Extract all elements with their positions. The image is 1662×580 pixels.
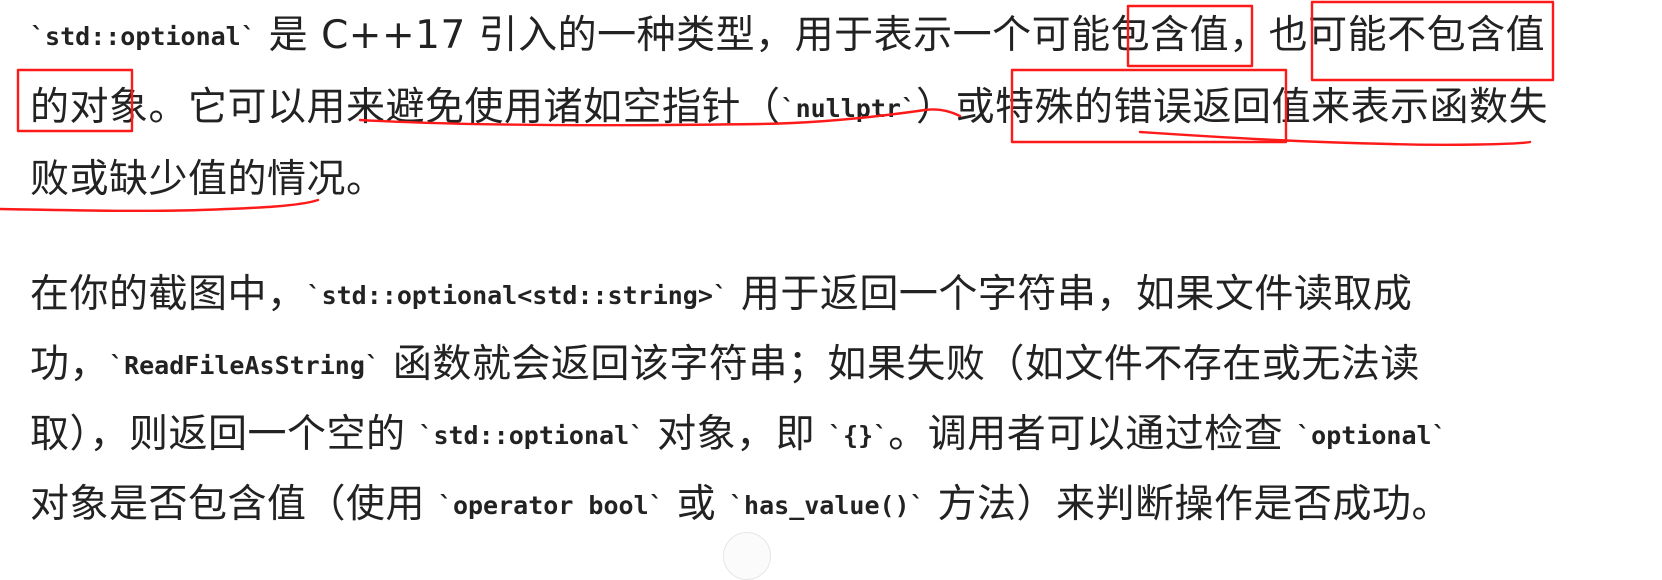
scroll-down-button[interactable] <box>723 532 771 580</box>
text-span: 对象是否包含值（使用 <box>30 482 438 527</box>
inline-code: `optional` <box>1296 421 1447 450</box>
inline-code: `ReadFileAsString` <box>109 351 380 380</box>
text-span: 取），则返回一个空的 <box>30 412 419 457</box>
text-span: 对象，即 <box>644 412 828 457</box>
text-span: 用于返回一个字符串，如果文件读取成 <box>727 272 1413 317</box>
inline-code: `std::optional<std::string>` <box>306 281 728 310</box>
text-span: ）或特殊的错误返回值来表示函数失 <box>915 85 1548 130</box>
text-span: 的对象。它可以用来避免使用诸如空指针（ <box>30 85 781 130</box>
text-line: 取），则返回一个空的 `std::optional` 对象，即 `{}`。调用者… <box>30 400 1630 470</box>
text-span: 。调用者可以通过检查 <box>888 412 1297 457</box>
inline-code: `operator bool` <box>437 491 664 520</box>
text-span: 函数就会返回该字符串；如果失败（如文件不存在或无法读 <box>379 342 1420 387</box>
paragraph-screenshot-explanation: 在你的截图中，`std::optional<std::string>` 用于返回… <box>30 260 1630 540</box>
text-span: 是 C++17 引入的一种类型，用于表示一个可能包含值，也可能不包含值 <box>255 13 1546 58</box>
text-span: 功， <box>30 342 110 387</box>
text-span: 败或缺少值的情况。 <box>30 157 386 202</box>
inline-code: `std::optional` <box>30 22 256 51</box>
text-line: 败或缺少值的情况。 <box>30 144 1630 216</box>
text-span: 在你的截图中， <box>30 272 307 317</box>
text-line: 的对象。它可以用来避免使用诸如空指针（`nullptr`）或特殊的错误返回值来表… <box>30 72 1630 144</box>
text-line: `std::optional` 是 C++17 引入的一种类型，用于表示一个可能… <box>30 0 1630 72</box>
inline-code: `nullptr` <box>780 94 916 123</box>
text-line: 在你的截图中，`std::optional<std::string>` 用于返回… <box>30 260 1630 330</box>
inline-code: `{}` <box>827 421 889 450</box>
paragraph-optional-intro: `std::optional` 是 C++17 引入的一种类型，用于表示一个可能… <box>30 0 1630 216</box>
text-line: 功，`ReadFileAsString` 函数就会返回该字符串；如果失败（如文件… <box>30 330 1630 400</box>
inline-code: `has_value()` <box>728 491 925 520</box>
inline-code: `std::optional` <box>418 421 645 450</box>
text-span: 方法）来判断操作是否成功。 <box>924 482 1452 527</box>
text-span: 或 <box>663 482 729 527</box>
text-line: 对象是否包含值（使用 `operator bool` 或 `has_value(… <box>30 470 1630 540</box>
